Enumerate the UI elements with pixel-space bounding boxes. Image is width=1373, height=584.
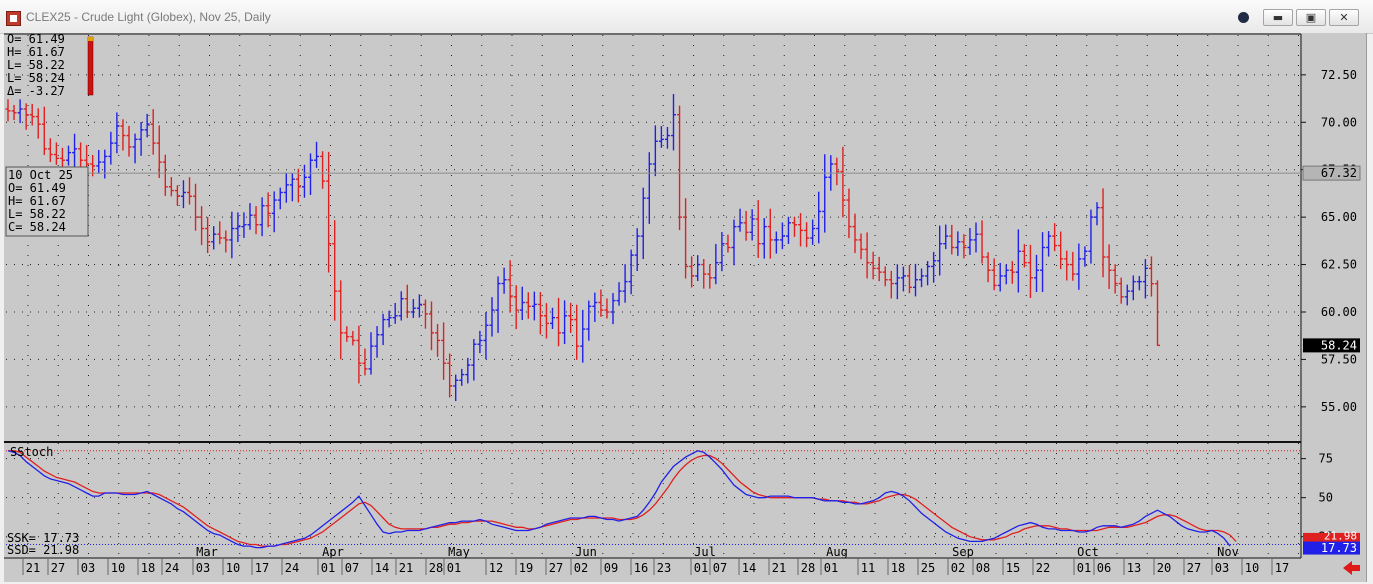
- price-tick-label: 72.50: [1321, 68, 1357, 82]
- price-tick-label: 60.00: [1321, 305, 1357, 319]
- date-label: 12: [489, 561, 503, 575]
- month-label: Jul: [694, 545, 716, 559]
- stoch-title: SStoch: [10, 445, 53, 459]
- cursor-open: O= 61.49: [8, 181, 66, 195]
- date-label: 15: [1006, 561, 1020, 575]
- date-label: 25: [921, 561, 935, 575]
- date-label: 02: [574, 561, 588, 575]
- date-label: 22: [1036, 561, 1050, 575]
- chart-svg[interactable]: 72.5070.0067.5065.0062.5060.0057.5055.00…: [0, 0, 1373, 584]
- stoch-panel-bg: [6, 443, 1301, 557]
- cursor-high: H= 61.67: [8, 194, 66, 208]
- date-label: 23: [657, 561, 671, 575]
- date-label: 10: [226, 561, 240, 575]
- date-label: 19: [519, 561, 533, 575]
- cursor-date: 10 Oct 25: [8, 168, 73, 182]
- date-label: 18: [891, 561, 905, 575]
- date-label: 03: [81, 561, 95, 575]
- price-axis: 72.5070.0067.5065.0062.5060.0057.5055.00: [1301, 68, 1357, 414]
- date-label: 03: [1215, 561, 1229, 575]
- chart-window: CLEX25 - Crude Light (Globex), Nov 25, D…: [0, 0, 1373, 584]
- svg-text:58.24: 58.24: [1321, 338, 1357, 352]
- stoch-tick-label: 75: [1319, 452, 1333, 466]
- date-label: 01: [321, 561, 335, 575]
- date-label: 27: [1187, 561, 1201, 575]
- date-label: 27: [51, 561, 65, 575]
- cursor-close: C= 58.24: [8, 220, 66, 234]
- date-label: 01: [694, 561, 708, 575]
- date-label: 14: [375, 561, 389, 575]
- date-label: 01: [447, 561, 461, 575]
- date-label: 17: [255, 561, 269, 575]
- date-label: 08: [976, 561, 990, 575]
- stoch-tick-label: 50: [1319, 491, 1333, 505]
- date-label: 02: [951, 561, 965, 575]
- price-tick-label: 65.00: [1321, 210, 1357, 224]
- date-label: 09: [604, 561, 618, 575]
- range-indicator: [87, 36, 94, 96]
- date-label: 11: [861, 561, 875, 575]
- date-label: 21: [399, 561, 413, 575]
- svg-text:67.32: 67.32: [1321, 166, 1357, 180]
- price-tick-label: 70.00: [1321, 115, 1357, 129]
- month-label: Apr: [322, 545, 344, 559]
- ohlc-line-last: L= 58.24: [7, 71, 65, 85]
- ssk-marker: 17.73: [1303, 541, 1360, 555]
- date-label: 24: [285, 561, 299, 575]
- month-label: Aug: [826, 545, 848, 559]
- month-label: Sep: [952, 545, 974, 559]
- date-label: 24: [165, 561, 179, 575]
- date-label: 06: [1097, 561, 1111, 575]
- ohlc-line-change: Δ= -3.27: [7, 84, 65, 98]
- date-label: 10: [1245, 561, 1259, 575]
- date-label: 13: [1127, 561, 1141, 575]
- date-label: 17: [1275, 561, 1289, 575]
- price-tick-label: 57.50: [1321, 352, 1357, 366]
- date-label: 21: [26, 561, 40, 575]
- cursor-price-marker: 67.32: [1302, 165, 1361, 181]
- month-label: Jun: [575, 545, 597, 559]
- price-tick-label: 62.50: [1321, 258, 1357, 272]
- price-panel-bg: [6, 35, 1301, 441]
- scroll-left-icon[interactable]: [1343, 561, 1360, 575]
- month-label: Oct: [1077, 545, 1099, 559]
- date-label: 28: [801, 561, 815, 575]
- date-label: 27: [549, 561, 563, 575]
- month-label: Mar: [196, 545, 218, 559]
- date-label: 14: [742, 561, 756, 575]
- month-label: Nov: [1217, 545, 1239, 559]
- month-label: May: [448, 545, 470, 559]
- date-label: 28: [429, 561, 443, 575]
- ohlc-line-open: O= 61.49: [7, 32, 65, 46]
- last-price-marker: 58.24: [1303, 338, 1360, 353]
- date-label: 18: [141, 561, 155, 575]
- date-label: 01: [824, 561, 838, 575]
- date-label: 03: [196, 561, 210, 575]
- range-indicator-top: [88, 37, 93, 41]
- date-label: 20: [1157, 561, 1171, 575]
- date-label: 07: [345, 561, 359, 575]
- cursor-data-box: 10 Oct 25 O= 61.49 H= 61.67 L= 58.22 C= …: [5, 166, 89, 237]
- ssd-readout: SSD= 21.98: [7, 543, 79, 557]
- date-label: 01: [1077, 561, 1091, 575]
- svg-text:17.73: 17.73: [1321, 541, 1357, 555]
- date-label: 07: [713, 561, 727, 575]
- cursor-low: L= 58.22: [8, 207, 66, 221]
- date-label: 10: [111, 561, 125, 575]
- date-label: 21: [772, 561, 786, 575]
- ohlc-line-high: H= 61.67: [7, 45, 65, 59]
- ohlc-line-low: L= 58.22: [7, 58, 65, 72]
- price-tick-label: 55.00: [1321, 400, 1357, 414]
- date-label: 16: [634, 561, 648, 575]
